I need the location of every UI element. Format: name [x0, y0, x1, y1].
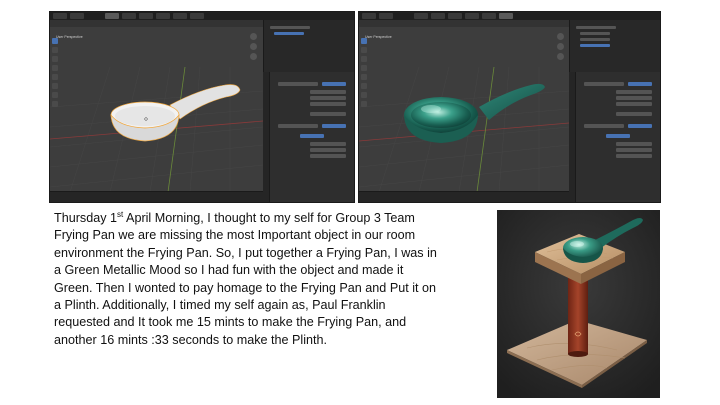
blender-screenshot-white-pan: User Perspective	[50, 12, 354, 202]
toolbar	[52, 38, 59, 110]
menu-edit[interactable]	[70, 13, 84, 19]
caption-line-7: requested and It took me 15 mints to mak…	[54, 315, 407, 330]
rotate-tool-icon[interactable]	[361, 65, 367, 71]
move-tool-icon[interactable]	[361, 56, 367, 62]
viewport-canvas: User Perspective	[359, 33, 570, 193]
measure-tool-icon[interactable]	[52, 101, 58, 107]
render-pan-on-plinth	[497, 210, 660, 398]
outliner-panel[interactable]	[263, 20, 354, 72]
caption-line-8: another 16 mints :33 seconds to make the…	[54, 332, 328, 347]
menu-file[interactable]	[53, 13, 67, 19]
viewport-label: User Perspective	[365, 35, 392, 39]
workspace-tab-uv[interactable]	[465, 13, 479, 19]
workspace-tab-sculpting[interactable]	[448, 13, 462, 19]
workspace-tab-shading[interactable]	[499, 13, 513, 19]
transform-tool-icon[interactable]	[52, 83, 58, 89]
blender-screenshot-green-pan: User Perspective	[359, 12, 660, 202]
cursor-tool-icon[interactable]	[361, 47, 367, 53]
frying-pan-green-model[interactable]	[404, 83, 545, 143]
toolbar	[361, 38, 368, 110]
viewport-canvas: User Perspective	[50, 33, 264, 193]
3d-viewport[interactable]: User Perspective	[50, 27, 264, 193]
workspace-tab-modeling[interactable]	[122, 13, 136, 19]
annotate-tool-icon[interactable]	[52, 92, 58, 98]
caption-line-5: Green. Then I wonted to pay homage to th…	[54, 280, 437, 295]
workspace-tab-layout[interactable]	[414, 13, 428, 19]
description-text: Thursday 1st April Morning, I thought to…	[54, 210, 490, 349]
plinth-column	[568, 274, 588, 357]
blender-top-bar	[50, 12, 354, 20]
outliner-panel[interactable]	[569, 20, 660, 72]
move-tool-icon[interactable]	[52, 56, 58, 62]
blender-top-bar	[359, 12, 660, 20]
caption-line-1: Thursday 1st April Morning, I thought to…	[54, 209, 415, 225]
viewport-header	[50, 20, 263, 27]
annotate-tool-icon[interactable]	[361, 92, 367, 98]
cursor-tool-icon[interactable]	[52, 47, 58, 53]
workspace-tab-layout[interactable]	[105, 13, 119, 19]
menu-edit[interactable]	[379, 13, 393, 19]
3d-viewport[interactable]: User Perspective	[359, 27, 570, 193]
workspace-tab-modeling[interactable]	[431, 13, 445, 19]
properties-panel[interactable]	[575, 72, 660, 202]
viewport-header	[359, 20, 569, 27]
workspace-tab-uv[interactable]	[156, 13, 170, 19]
workspace-tab-shading[interactable]	[190, 13, 204, 19]
workspace-tab-texture[interactable]	[173, 13, 187, 19]
transform-tool-icon[interactable]	[361, 83, 367, 89]
caption-line-4: a Green Metallic Mood so I had fun with …	[54, 263, 404, 278]
scale-tool-icon[interactable]	[361, 74, 367, 80]
timeline-bar[interactable]	[50, 191, 263, 202]
workspace-tab-texture[interactable]	[482, 13, 496, 19]
workspace-tab-sculpting[interactable]	[139, 13, 153, 19]
measure-tool-icon[interactable]	[361, 101, 367, 107]
rotate-tool-icon[interactable]	[52, 65, 58, 71]
caption-line-3: environment the Frying Pan. So, I put to…	[54, 245, 437, 260]
scale-tool-icon[interactable]	[52, 74, 58, 80]
render-canvas	[497, 210, 660, 398]
menu-file[interactable]	[362, 13, 376, 19]
select-tool-icon[interactable]	[361, 38, 367, 44]
caption-line-2: Frying Pan we are missing the most Impor…	[54, 228, 416, 243]
timeline-bar[interactable]	[359, 191, 569, 202]
caption-line-6: a Plinth. Additionally, I timed my self …	[54, 298, 386, 313]
select-tool-icon[interactable]	[52, 38, 58, 44]
properties-panel[interactable]	[269, 72, 354, 202]
viewport-label: User Perspective	[56, 35, 83, 39]
